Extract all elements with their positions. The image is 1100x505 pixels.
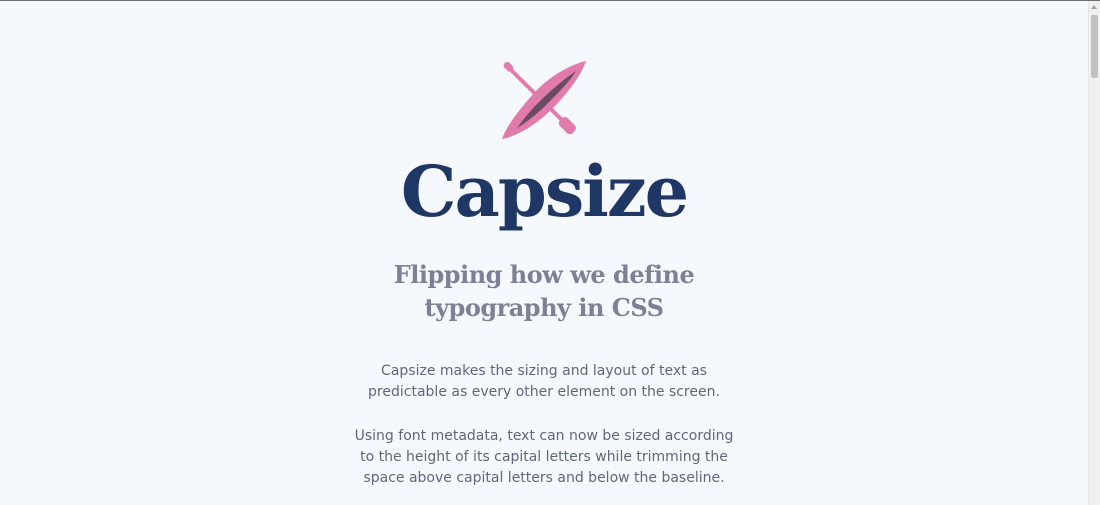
intro-line: Capsize makes the sizing and layout of t… <box>381 363 707 379</box>
intro-line: space above capital letters and below th… <box>363 470 725 486</box>
hero-title: Capsize <box>400 150 689 233</box>
tagline-line: typography in CSS <box>424 293 665 322</box>
scroll-up-arrow-icon[interactable] <box>1089 1 1100 13</box>
intro-line: predictable as every other element on th… <box>368 384 720 400</box>
intro-paragraph-2: Using font metadata, text can now be siz… <box>0 426 1088 489</box>
hero-tagline: Flipping how we define typography in CSS <box>0 258 1088 324</box>
kayak-logo-icon <box>502 61 586 139</box>
page-content: Capsize Flipping how we define typograph… <box>0 1 1088 505</box>
intro-line: to the height of its capital letters whi… <box>360 449 728 465</box>
intro-line: Using font metadata, text can now be siz… <box>354 428 734 444</box>
scrollbar-thumb[interactable] <box>1091 15 1098 78</box>
intro-paragraph-1: Capsize makes the sizing and layout of t… <box>0 361 1088 403</box>
tagline-line: Flipping how we define <box>393 260 695 289</box>
vertical-scrollbar[interactable] <box>1088 1 1100 505</box>
